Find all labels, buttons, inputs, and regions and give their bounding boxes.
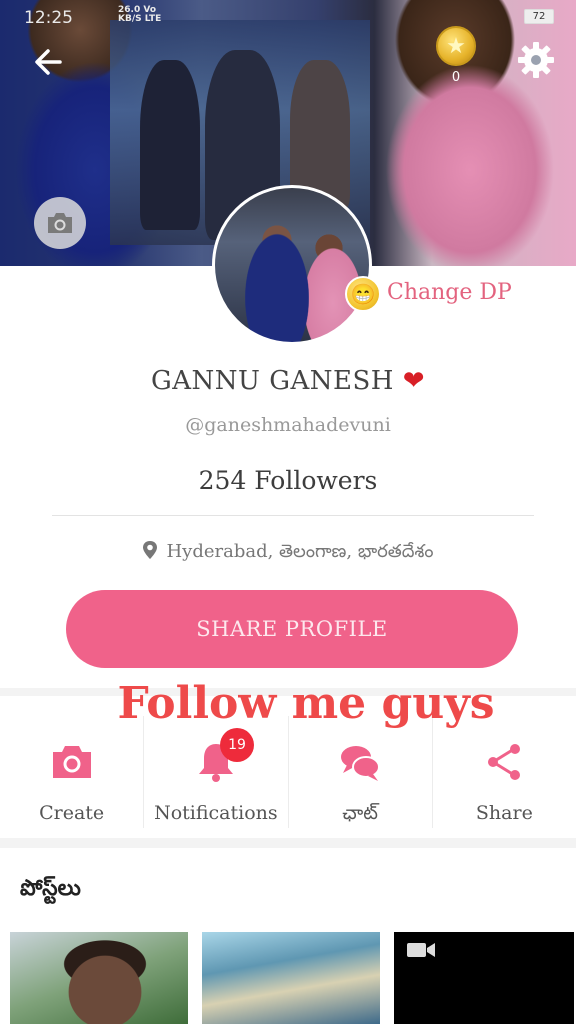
status-time: 12:25 [24,8,73,28]
arrow-left-icon [35,49,62,75]
change-cover-button[interactable] [34,197,86,249]
chat-action[interactable]: ఛాట్ [289,716,433,828]
post-thumbnail[interactable] [10,932,188,1024]
post-thumbnail[interactable] [202,932,380,1024]
notifications-label: Notifications [154,802,278,824]
coin-icon[interactable]: ★ [436,26,476,66]
coin-count: 0 [451,70,461,85]
post-thumbnail[interactable] [394,932,574,1024]
status-bar: 12:25 26.0 Vo KB/S LTE 72 [0,0,576,34]
followers-count[interactable]: 254 Followers [0,466,576,495]
create-action[interactable]: Create [0,716,145,828]
camera-icon [48,213,72,233]
location-pin-icon [142,540,158,565]
notifications-action[interactable]: Notifications [144,716,289,828]
network-indicator: 26.0 Vo KB/S LTE [118,6,161,24]
profile-name: GANNU GANESH ❤ [0,366,576,396]
battery-icon: 72 [524,9,554,24]
notification-badge: 19 [220,728,254,762]
lte-label: LTE [144,14,162,24]
grinning-face-icon[interactable]: 😁 [345,276,381,312]
share-profile-button[interactable]: SHARE PROFILE [66,590,518,668]
location-text: Hyderabad, తెలంగాణ, భారతదేశం [166,541,434,562]
create-label: Create [39,802,105,824]
video-camera-icon [407,943,435,957]
camera-icon [52,746,91,778]
overlay-caption: Follow me guys [117,678,495,729]
share-label: Share [475,802,533,824]
settings-button[interactable] [514,38,558,82]
heart-icon: ❤ [402,366,426,396]
change-dp-link[interactable]: Change DP [387,280,512,305]
chat-icon [341,746,381,781]
gear-icon [518,42,554,78]
profile-handle: @ganeshmahadevuni [185,414,391,436]
profile-name-text: GANNU GANESH [150,366,394,396]
network-unit: KB/S [118,14,142,24]
profile-avatar[interactable] [212,185,372,345]
share-icon [488,744,521,780]
action-bar: Create Notifications ఛాట్ Share [0,716,576,828]
section-separator [0,838,576,848]
profile-location: Hyderabad, తెలంగాణ, భారతదేశం [0,540,576,566]
divider [52,515,534,516]
share-action[interactable]: Share [433,716,576,828]
posts-heading: పోస్ట్‌లు [20,876,81,901]
cover-figure [140,60,200,230]
back-button[interactable] [30,42,70,82]
chat-label: ఛాట్ [342,802,378,824]
